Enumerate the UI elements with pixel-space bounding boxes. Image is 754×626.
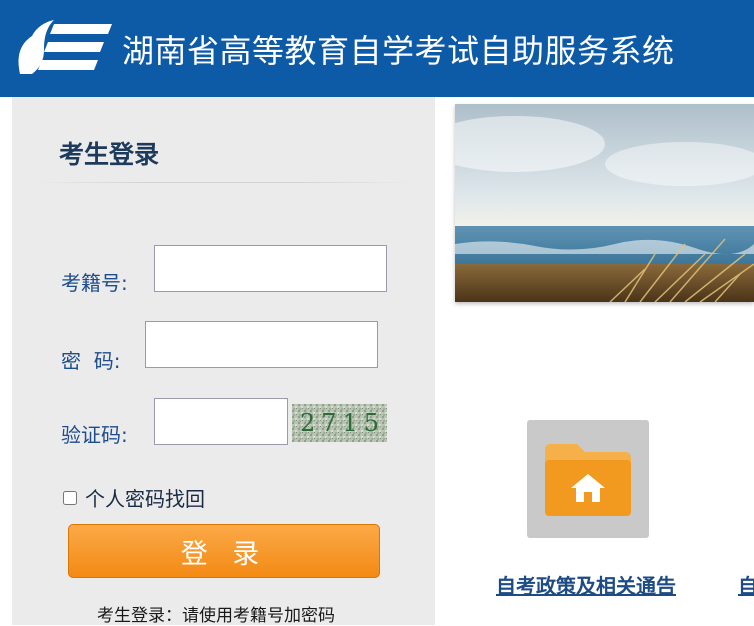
login-heading: 考生登录 bbox=[59, 140, 160, 169]
recover-password-row[interactable]: 个人密码找回 bbox=[63, 483, 205, 512]
recover-password-label[interactable]: 个人密码找回 bbox=[85, 483, 205, 512]
home-folder-icon bbox=[545, 444, 631, 516]
seaside-banner-image bbox=[455, 104, 754, 302]
password-label-text: 密 码: bbox=[61, 349, 121, 373]
captcha-label: 验证码: bbox=[61, 423, 128, 447]
exam-number-label: 考籍号: bbox=[61, 271, 128, 295]
login-panel: 考生登录 考籍号: 密 码: 验证码: 2715 个人密码找回 登 录 考生登录… bbox=[12, 97, 435, 626]
site-title: 湖南省高等教育自学考试自助服务系统 bbox=[122, 32, 675, 70]
recover-password-checkbox[interactable] bbox=[63, 490, 77, 505]
exam-number-input[interactable] bbox=[154, 245, 387, 292]
policy-tile[interactable] bbox=[527, 420, 649, 538]
password-label: 密 码: bbox=[61, 345, 120, 374]
login-hint: 考生登录：请使用考籍号加密码 bbox=[97, 606, 335, 626]
login-button[interactable]: 登 录 bbox=[68, 524, 380, 578]
captcha-input[interactable] bbox=[154, 398, 288, 445]
ze-logo-icon bbox=[18, 20, 112, 74]
captcha-image[interactable]: 2715 bbox=[292, 404, 387, 442]
login-button-label: 登 录 bbox=[180, 538, 268, 570]
second-link[interactable]: 自 bbox=[738, 570, 754, 599]
captcha-text: 2715 bbox=[300, 409, 385, 437]
password-input[interactable] bbox=[145, 321, 378, 368]
policy-notice-link[interactable]: 自考政策及相关通告 bbox=[496, 570, 676, 599]
site-header: 湖南省高等教育自学考试自助服务系统 bbox=[0, 0, 754, 97]
heading-divider bbox=[32, 182, 412, 183]
